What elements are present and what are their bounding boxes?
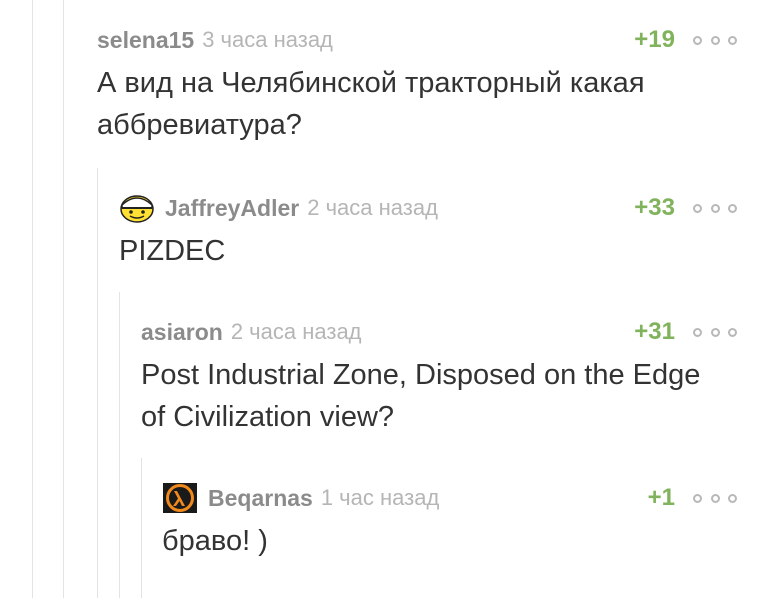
comment-item: selena15 3 часа назад +19 А вид на Челяб…	[97, 25, 737, 155]
thread-line	[97, 168, 98, 598]
avatar[interactable]	[119, 193, 155, 223]
comment-text: А вид на Челябинской тракторный какая аб…	[97, 62, 737, 146]
avatar[interactable]	[162, 483, 198, 513]
comment-text-line: А вид на Челябинской тракторный какая	[97, 67, 645, 99]
comment-item: asiaron 2 часа назад +31 Post Industrial…	[141, 317, 737, 447]
comment-text-line: браво! )	[162, 525, 268, 557]
comment-username[interactable]: JaffreyAdler	[165, 195, 299, 222]
comment-rating: +19	[634, 26, 675, 53]
comment-header: asiaron 2 часа назад	[141, 317, 362, 347]
thread-line	[141, 458, 142, 598]
comment-username[interactable]: selena15	[97, 27, 194, 54]
more-options-icon[interactable]	[693, 483, 737, 513]
comment-item: Beqarnas 1 час назад +1 браво! )	[162, 483, 737, 563]
more-options-icon[interactable]	[693, 193, 737, 223]
comment-timestamp[interactable]: 2 часа назад	[307, 195, 438, 221]
comment-username[interactable]: asiaron	[141, 319, 223, 346]
comment-header: selena15 3 часа назад	[97, 25, 333, 55]
thread-line	[32, 0, 33, 598]
smiley-face-icon	[120, 195, 154, 223]
comment-username[interactable]: Beqarnas	[208, 485, 313, 512]
comment-text-line: of Civilization view?	[141, 401, 395, 433]
comment-rating: +31	[634, 318, 675, 345]
comment-timestamp[interactable]: 3 часа назад	[202, 27, 333, 53]
comment-text: PIZDEC	[119, 230, 737, 272]
thread-line	[63, 0, 64, 598]
comment-text-line: аббревиатура?	[97, 109, 302, 141]
half-life-lambda-icon	[163, 483, 197, 513]
more-options-icon[interactable]	[693, 25, 737, 55]
comment-header: Beqarnas 1 час назад	[162, 483, 439, 513]
thread-line	[119, 292, 120, 598]
comment-item: JaffreyAdler 2 часа назад +33 PIZDEC	[119, 193, 737, 273]
comment-text: браво! )	[162, 520, 737, 562]
comment-timestamp[interactable]: 2 часа назад	[231, 319, 362, 345]
comment-rating: +33	[634, 194, 675, 221]
more-options-icon[interactable]	[693, 317, 737, 347]
comment-header: JaffreyAdler 2 часа назад	[119, 193, 438, 223]
comment-text-line: Post Industrial Zone, Disposed on the Ed…	[141, 359, 701, 391]
comment-text-line: PIZDEC	[119, 235, 226, 267]
comment-text: Post Industrial Zone, Disposed on the Ed…	[141, 354, 741, 438]
comment-rating: +1	[647, 484, 675, 511]
comment-timestamp[interactable]: 1 час назад	[321, 485, 439, 511]
